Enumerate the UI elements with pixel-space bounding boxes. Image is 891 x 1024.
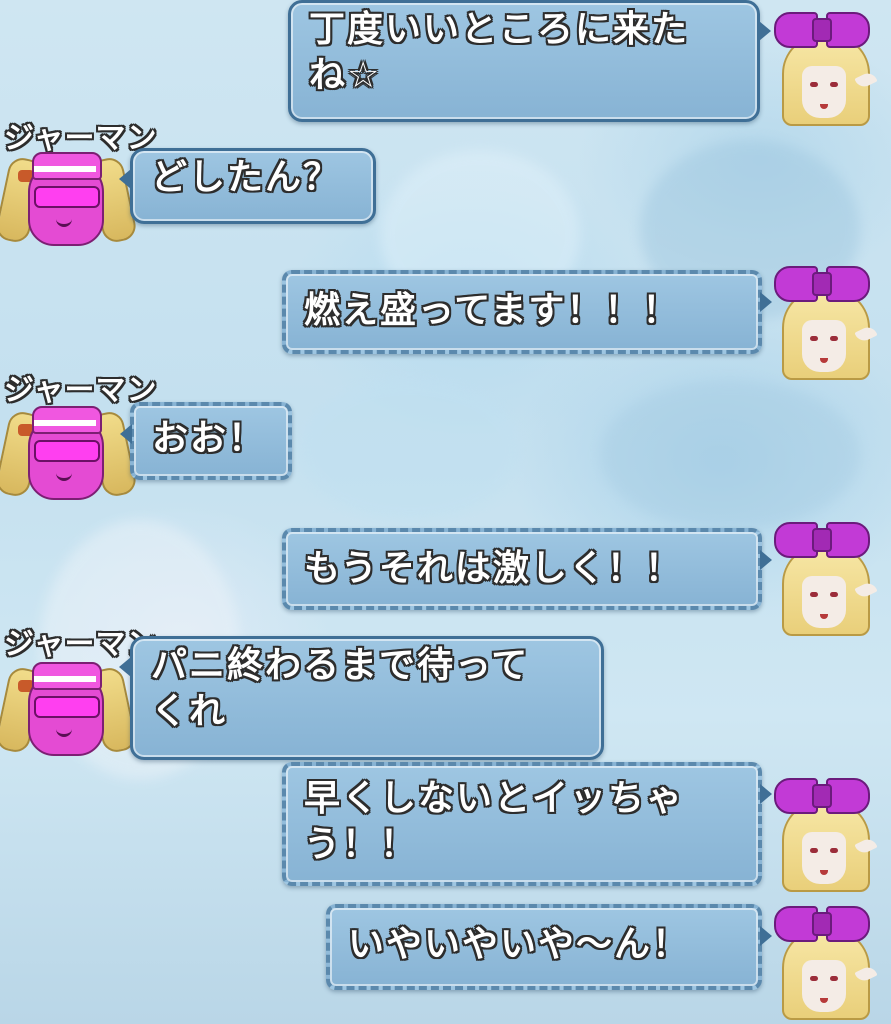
chat-bubble-right: 燃え盛ってます！！！ <box>282 270 772 354</box>
chat-bubble-right: もうそれは激しく！！ <box>282 528 772 610</box>
blonde-elf-girl-avatar-icon <box>768 898 878 1020</box>
chat-bubble-left: どしたん？ <box>119 148 376 224</box>
blonde-elf-girl-avatar-icon <box>768 770 878 892</box>
blonde-elf-girl-avatar-icon <box>768 4 878 126</box>
blonde-elf-girl-avatar-icon <box>768 514 878 636</box>
background-blob <box>300 380 520 520</box>
chat-bubble-right: 丁度いいところに来た ね☆ <box>288 0 771 122</box>
chat-bubble-right: 早くしないとイッちゃ う！！ <box>282 762 772 886</box>
german-avatar-icon <box>0 394 139 504</box>
chat-bubble-left: パニ終わるまで待って くれ <box>119 636 604 760</box>
chat-bubble-right: いやいやいや〜ん！ <box>326 904 772 990</box>
german-avatar-icon <box>0 650 139 760</box>
blonde-elf-girl-avatar-icon <box>768 258 878 380</box>
chat-bubble-left: おお！ <box>120 402 292 480</box>
background-blob <box>600 380 860 530</box>
german-avatar-icon <box>0 140 139 250</box>
